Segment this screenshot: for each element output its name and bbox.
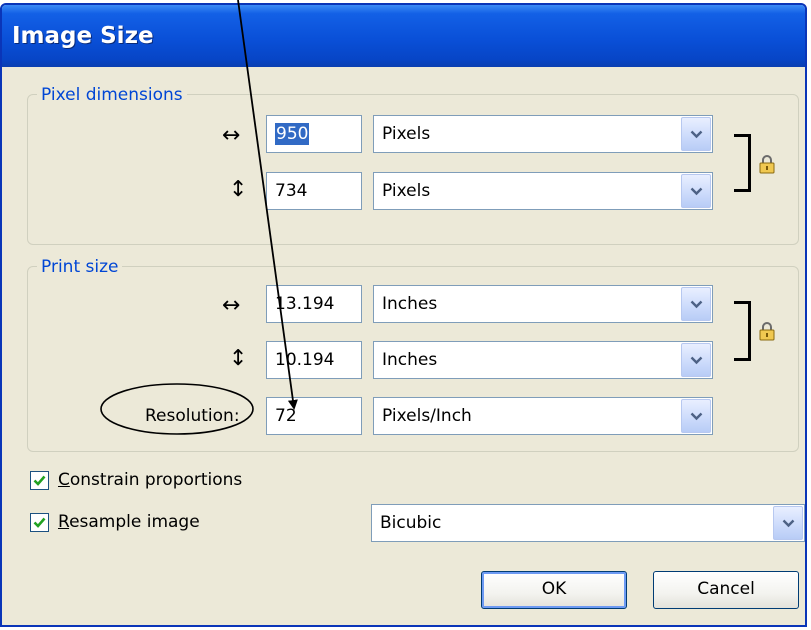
resolution-input[interactable]: 72 — [266, 397, 362, 435]
lock-icon — [759, 322, 775, 341]
resample-image-label[interactable]: Resample image — [58, 512, 200, 532]
width-arrow-icon: ↔ — [222, 293, 241, 318]
height-arrow-icon: ↕ — [229, 177, 248, 202]
print-width-unit-dropdown-button[interactable] — [681, 287, 711, 321]
pixel-dimensions-link-bracket — [734, 134, 751, 192]
print-height-input[interactable]: 10.194 — [266, 341, 362, 379]
chevron-down-icon — [690, 300, 703, 309]
height-arrow-icon: ↕ — [229, 346, 248, 371]
print-height-unit-dropdown-button[interactable] — [681, 343, 711, 377]
pixel-width-input[interactable]: 950 — [266, 115, 362, 153]
pixel-height-value: 734 — [275, 181, 308, 201]
constrain-proportions-label[interactable]: Constrain proportions — [58, 470, 242, 490]
pixel-width-unit-dropdown-button[interactable] — [681, 117, 711, 151]
resample-method-select[interactable]: Bicubic — [371, 504, 805, 542]
chevron-down-icon — [690, 356, 703, 365]
chevron-down-icon — [782, 519, 795, 528]
title-bar[interactable]: Image Size — [2, 5, 805, 67]
pixel-height-unit-select[interactable]: Pixels — [373, 172, 713, 210]
lock-icon — [759, 155, 775, 174]
print-height-unit-value: Inches — [382, 350, 438, 370]
dialog-client-area: Pixel dimensions ↔ 950 Pixels ↕ 734 Pixe… — [5, 67, 805, 622]
width-arrow-icon: ↔ — [222, 123, 241, 148]
print-width-unit-value: Inches — [382, 294, 438, 314]
chevron-down-icon — [690, 412, 703, 421]
resolution-value: 72 — [275, 406, 297, 426]
resample-label-rest: esample image — [69, 512, 200, 532]
chevron-down-icon — [690, 187, 703, 196]
dialog-title: Image Size — [12, 23, 154, 49]
pixel-height-input[interactable]: 734 — [266, 172, 362, 210]
checkmark-icon — [33, 475, 46, 486]
resolution-unit-value: Pixels/Inch — [382, 406, 472, 426]
pixel-height-unit-value: Pixels — [382, 181, 431, 201]
resolution-unit-dropdown-button[interactable] — [681, 399, 711, 433]
pixel-width-value: 950 — [275, 123, 310, 145]
pixel-height-unit-dropdown-button[interactable] — [681, 174, 711, 208]
pixel-dimensions-legend: Pixel dimensions — [37, 85, 187, 105]
image-size-dialog: Image Size Pixel dimensions ↔ 950 Pixels… — [0, 3, 807, 627]
print-width-input[interactable]: 13.194 — [266, 285, 362, 323]
print-width-value: 13.194 — [275, 294, 335, 314]
chevron-down-icon — [690, 130, 703, 139]
resolution-unit-select[interactable]: Pixels/Inch — [373, 397, 713, 435]
constrain-proportions-checkbox[interactable] — [30, 471, 49, 490]
checkmark-icon — [33, 517, 46, 528]
resolution-label: Resolution: — [145, 406, 240, 426]
resample-accelerator: R — [58, 512, 70, 532]
print-height-value: 10.194 — [275, 350, 335, 370]
constrain-label-rest: onstrain proportions — [69, 470, 243, 490]
resample-method-dropdown-button[interactable] — [773, 506, 803, 540]
print-size-link-bracket — [734, 301, 751, 361]
print-width-unit-select[interactable]: Inches — [373, 285, 713, 323]
resample-image-checkbox[interactable] — [30, 513, 49, 532]
cancel-button[interactable]: Cancel — [653, 571, 799, 609]
pixel-width-unit-value: Pixels — [382, 124, 431, 144]
resample-method-value: Bicubic — [380, 513, 442, 533]
print-size-legend: Print size — [37, 257, 123, 277]
ok-button[interactable]: OK — [481, 571, 627, 609]
print-height-unit-select[interactable]: Inches — [373, 341, 713, 379]
pixel-width-unit-select[interactable]: Pixels — [373, 115, 713, 153]
constrain-accelerator: C — [58, 470, 70, 490]
